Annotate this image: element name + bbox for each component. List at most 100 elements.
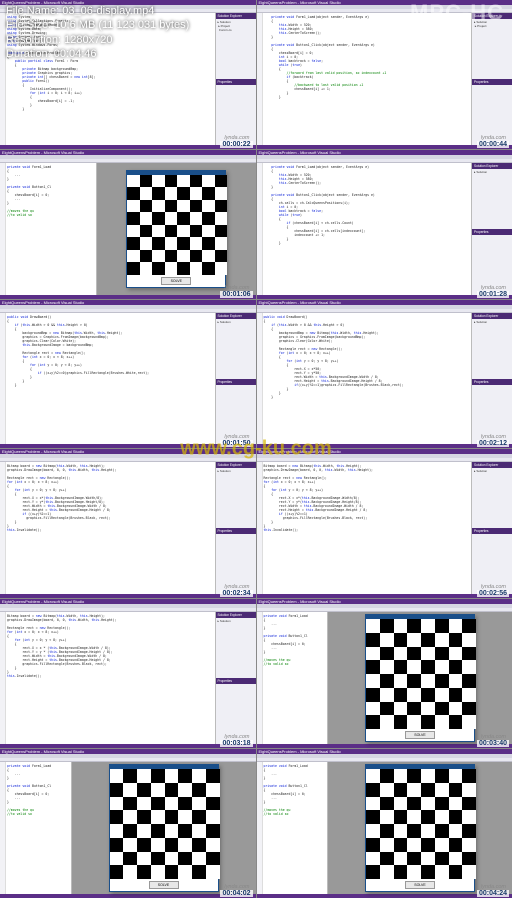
chess-square: [421, 810, 435, 824]
chess-square: [366, 619, 380, 633]
code-editor[interactable]: private void Form1_Load { ... } private …: [0, 163, 97, 295]
chess-square: [215, 187, 228, 200]
chess-square: [421, 783, 435, 797]
chess-square: [421, 838, 435, 852]
chess-square: [110, 783, 124, 797]
chess-square: [127, 200, 140, 213]
chess-square: ♛: [394, 715, 408, 729]
chess-square: [192, 838, 206, 852]
chess-square: [165, 175, 178, 188]
chess-square: [462, 824, 476, 838]
queen-icon: ♛: [127, 262, 140, 275]
chess-square: [407, 660, 421, 674]
chess-square: [380, 783, 394, 797]
chess-window[interactable]: ♛♛♛ SOLVE: [365, 614, 475, 742]
chess-square: ♛: [421, 865, 435, 879]
chess-square: ♛: [165, 865, 179, 879]
solve-button[interactable]: SOLVE: [405, 731, 435, 739]
chess-square: [151, 824, 165, 838]
chess-square: [366, 797, 380, 811]
timestamp: 00:00:22: [220, 141, 252, 148]
chess-square: [165, 237, 178, 250]
chess-square: [366, 674, 380, 688]
chess-square: [127, 225, 140, 238]
chess-square: [421, 647, 435, 661]
chess-square: [366, 633, 380, 647]
queen-icon: ♛: [421, 865, 435, 879]
chess-square: [421, 852, 435, 866]
queen-icon: ♛: [165, 865, 179, 879]
chess-square: [449, 769, 463, 783]
chess-window[interactable]: ♛♛♛ SOLVE: [109, 764, 219, 892]
chess-square: [178, 783, 192, 797]
thumbnail-grid: EightQueensProblem - Microsoft Visual St…: [0, 0, 512, 898]
chess-square: [165, 200, 178, 213]
chess-square: [215, 262, 228, 275]
chess-square: [435, 633, 449, 647]
chess-square: [394, 783, 408, 797]
chess-square: [127, 250, 140, 263]
chess-square: [190, 250, 203, 263]
chess-square: [140, 200, 153, 213]
chess-square: [165, 262, 178, 275]
chess-window[interactable]: ♛♛♛ SOLVE: [126, 170, 226, 288]
chess-square: [380, 838, 394, 852]
thumb-4: EightQueensProblem - Microsoft Visual St…: [257, 150, 512, 299]
chess-square: [123, 852, 137, 866]
chess-window[interactable]: ♛♛♛ SOLVE: [365, 764, 475, 892]
chess-square: [165, 212, 178, 225]
chess-square: [435, 647, 449, 661]
solve-button[interactable]: SOLVE: [405, 881, 435, 889]
chess-square: [435, 783, 449, 797]
chess-square: [177, 187, 190, 200]
chess-square: [449, 619, 463, 633]
chess-square: [202, 262, 215, 275]
chess-square: [462, 810, 476, 824]
chess-square: [462, 715, 476, 729]
chess-square: [407, 838, 421, 852]
chess-square: ♛: [366, 865, 380, 879]
chess-square: [462, 852, 476, 866]
chess-square: [435, 674, 449, 688]
chess-square: [462, 647, 476, 661]
chess-square: [202, 187, 215, 200]
chess-square: [137, 810, 151, 824]
chess-square: [366, 769, 380, 783]
chess-square: [435, 865, 449, 879]
solve-button[interactable]: SOLVE: [161, 277, 191, 285]
queen-icon: ♛: [421, 715, 435, 729]
solution-explorer[interactable]: Solution Explorer ▸ Solution ▸ Project F…: [216, 13, 256, 145]
thumb-11: EightQueensProblem - Microsoft Visual St…: [0, 749, 256, 898]
queen-icon: ♛: [366, 865, 380, 879]
chess-square: [127, 237, 140, 250]
chess-square: [421, 797, 435, 811]
chess-square: [190, 237, 203, 250]
code-editor[interactable]: private void Form1_Load(object sender, E…: [257, 13, 473, 145]
chess-square: ♛: [127, 262, 140, 275]
chess-square: [449, 797, 463, 811]
chess-square: [462, 797, 476, 811]
chess-square: [462, 688, 476, 702]
chess-square: [421, 769, 435, 783]
chess-square: [192, 769, 206, 783]
queen-icon: ♛: [110, 865, 124, 879]
chess-square: [449, 633, 463, 647]
chess-square: [202, 212, 215, 225]
chess-square: [407, 769, 421, 783]
chess-square: [380, 674, 394, 688]
thumb-3: EightQueensProblem - Microsoft Visual St…: [0, 150, 256, 299]
chess-square: [394, 633, 408, 647]
chess-square: [394, 702, 408, 716]
chess-square: [137, 769, 151, 783]
solve-button[interactable]: SOLVE: [149, 881, 179, 889]
chess-square: [137, 824, 151, 838]
chess-square: [152, 212, 165, 225]
chess-square: [140, 237, 153, 250]
chess-square: [366, 783, 380, 797]
chess-square: [206, 797, 220, 811]
chess-square: [123, 810, 137, 824]
chess-square: [177, 225, 190, 238]
chess-square: [407, 783, 421, 797]
chess-square: [462, 633, 476, 647]
chess-square: [137, 797, 151, 811]
